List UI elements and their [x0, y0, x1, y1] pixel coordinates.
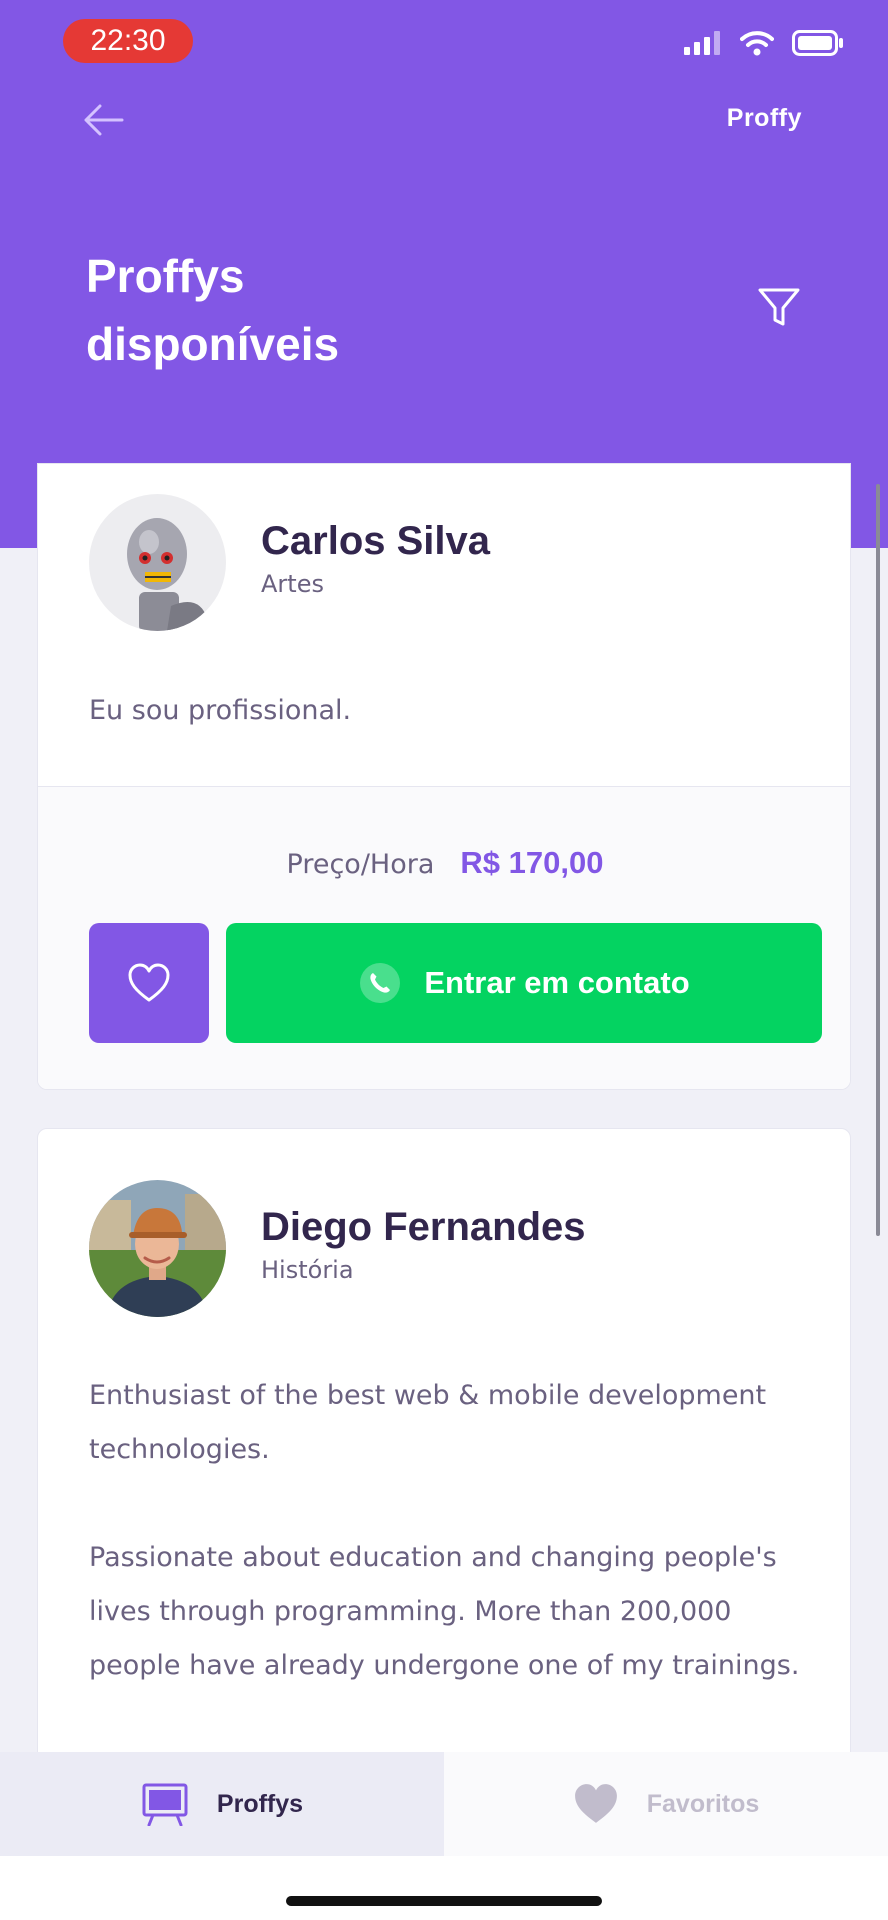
heart-icon [128, 963, 170, 1002]
page-title-line2: disponíveis [86, 318, 340, 370]
teacher-subject: Artes [261, 570, 324, 598]
teacher-name: Carlos Silva [261, 519, 491, 563]
robot-avatar-image [89, 494, 226, 631]
easel-icon [142, 1783, 188, 1826]
page-title: Proffys disponíveis [86, 242, 486, 378]
status-bar: 22:30 [0, 0, 888, 90]
signal-icon [684, 31, 720, 55]
whatsapp-icon [360, 963, 401, 1003]
contact-button-label: Entrar em contato [424, 965, 690, 1000]
person-avatar-image [89, 1180, 226, 1317]
page-title-line1: Proffys [86, 250, 245, 302]
filter-icon [758, 288, 800, 326]
bio-paragraph: Eu sou profissional. [89, 695, 352, 726]
price-row: Preço/Hora R$ 170,00 [38, 845, 850, 881]
status-icons [684, 30, 844, 56]
filter-button[interactable] [756, 284, 804, 330]
heart-icon [574, 1784, 617, 1823]
top-bar: Proffy [0, 90, 888, 150]
brand-logo: Proffy [726, 104, 802, 132]
tab-proffys[interactable]: Proffys [0, 1752, 444, 1856]
back-button[interactable] [82, 102, 126, 138]
teacher-card: Carlos Silva Artes Eu sou profissional. … [37, 463, 851, 1090]
favorite-button[interactable] [89, 923, 209, 1043]
bio-paragraph: Passionate about education and changing … [89, 1542, 800, 1681]
teacher-bio: Enthusiast of the best web & mobile deve… [89, 1369, 809, 1693]
wifi-icon [740, 31, 774, 56]
tab-label: Proffys [216, 1789, 304, 1818]
scrollbar[interactable] [876, 484, 880, 1236]
teacher-subject: História [261, 1256, 354, 1284]
bio-paragraph: Enthusiast of the best web & mobile deve… [89, 1380, 767, 1465]
avatar [89, 1180, 226, 1317]
teacher-bio: Eu sou profissional. [89, 684, 809, 738]
tab-favoritos[interactable]: Favoritos [444, 1752, 888, 1856]
home-indicator[interactable] [286, 1896, 602, 1906]
price-value: R$ 170,00 [460, 845, 604, 880]
bottom-tab-bar: Proffys Favoritos [0, 1752, 888, 1856]
back-arrow-icon [84, 104, 124, 136]
tab-label: Favoritos [646, 1789, 760, 1818]
status-time: 22:30 [63, 19, 193, 63]
avatar [89, 494, 226, 631]
home-indicator-area [0, 1856, 888, 1920]
teacher-name: Diego Fernandes [261, 1205, 586, 1249]
battery-icon [792, 30, 843, 56]
card-footer: Preço/Hora R$ 170,00 Entrar em contato [38, 786, 850, 1089]
contact-button[interactable]: Entrar em contato [226, 923, 822, 1043]
price-label: Preço/Hora [286, 849, 435, 880]
